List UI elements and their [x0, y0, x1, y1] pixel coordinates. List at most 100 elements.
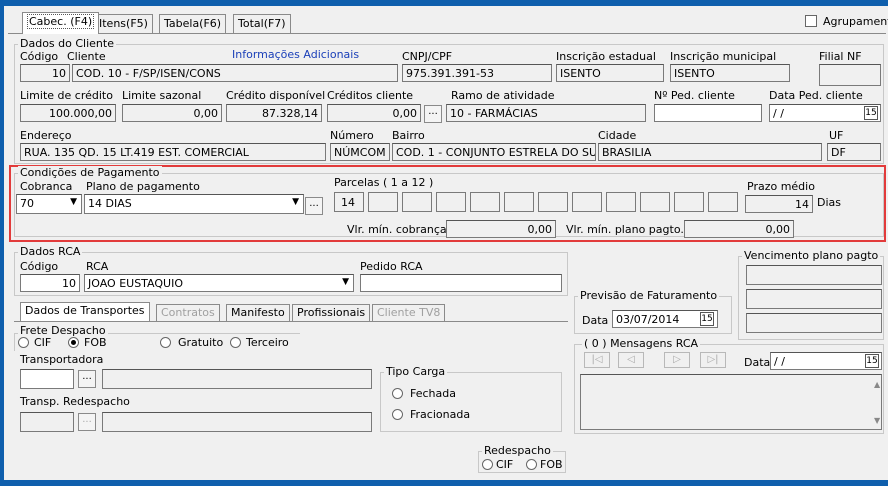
mensagens-data-label: Data	[744, 356, 771, 369]
limite-sazonal-field[interactable]: 0,00	[122, 104, 222, 122]
scroll-down-icon[interactable]: ▼	[874, 416, 880, 425]
parcela-cell[interactable]	[640, 192, 670, 212]
codigo-field[interactable]: 10	[20, 64, 70, 82]
ramo-field[interactable]: 10 - FARMÁCIAS	[446, 104, 646, 122]
cif-radio[interactable]	[18, 337, 29, 348]
rca-label: RCA	[86, 260, 109, 273]
numero-label: Número	[330, 129, 374, 142]
ie-field[interactable]: ISENTO	[556, 64, 664, 82]
redespacho-code-field[interactable]	[20, 412, 74, 432]
credito-disp-field[interactable]: 87.328,14	[226, 104, 322, 122]
plano-label: Plano de pagamento	[86, 180, 200, 193]
parcela-cell[interactable]: 14	[334, 192, 364, 212]
parcela-cell[interactable]	[368, 192, 398, 212]
calendar-icon[interactable]: 15	[865, 354, 879, 368]
codigo-label: Código	[20, 50, 59, 63]
parcela-cell[interactable]	[402, 192, 432, 212]
filial-field[interactable]	[819, 64, 881, 86]
parcela-cell[interactable]	[572, 192, 602, 212]
tab-total[interactable]: Total(F7)	[233, 14, 291, 33]
last-icon[interactable]: ▷|	[700, 352, 726, 368]
fob-radio[interactable]	[68, 337, 79, 348]
cliente-field[interactable]: COD. 10 - F/SP/ISEN/CONS	[72, 64, 398, 82]
transportadora-code-field[interactable]	[20, 369, 74, 389]
parcela-cell[interactable]	[606, 192, 636, 212]
subtab-cliente-tv8[interactable]: Cliente TV8	[372, 304, 446, 321]
fracionada-radio[interactable]	[392, 409, 403, 420]
cidade-field[interactable]: BRASILIA	[598, 143, 822, 161]
agrupamento-label: Agrupament	[823, 15, 888, 28]
fob-label: FOB	[84, 336, 107, 349]
subtab-profissionais[interactable]: Profissionais	[292, 304, 371, 321]
previsao-data-label: Data	[582, 314, 609, 327]
parcela-1-value: 14	[341, 196, 355, 209]
redespacho-cif-radio[interactable]	[482, 459, 493, 470]
rca-codigo-field[interactable]: 10	[20, 274, 80, 292]
cobranca-label: Cobranca	[20, 180, 73, 193]
pedido-rca-field[interactable]	[360, 274, 562, 292]
next-icon[interactable]: ▷	[664, 352, 690, 368]
plano-select[interactable]: 14 DIAS ▼	[84, 194, 304, 214]
calendar-icon[interactable]: 15	[700, 312, 714, 326]
creditos-cliente-lookup-button[interactable]: ...	[424, 105, 442, 123]
limite-credito-field[interactable]: 100.000,00	[20, 104, 116, 122]
creditos-cliente-field[interactable]: 0,00	[327, 104, 421, 122]
transportadora-name-field[interactable]	[102, 369, 372, 389]
gratuito-radio[interactable]	[160, 337, 171, 348]
redespacho-fob-label: FOB	[540, 458, 563, 471]
ped-cliente-field[interactable]	[654, 104, 762, 122]
fechada-label: Fechada	[410, 387, 456, 400]
chevron-down-icon[interactable]: ▼	[292, 197, 299, 207]
parcela-cell[interactable]	[504, 192, 534, 212]
uf-field[interactable]: DF	[827, 143, 881, 161]
subtab-contratos[interactable]: Contratos	[156, 304, 220, 321]
cnpj-field[interactable]: 975.391.391-53	[402, 64, 552, 82]
vencimento-field[interactable]	[746, 265, 882, 285]
tab-tabela[interactable]: Tabela(F6)	[159, 14, 227, 33]
rca-value: JOAO EUSTAQUIO	[88, 277, 183, 290]
uf-label: UF	[829, 129, 844, 142]
chevron-down-icon[interactable]: ▼	[342, 277, 349, 287]
rca-select[interactable]: JOAO EUSTAQUIO ▼	[84, 274, 354, 292]
ramo-label: Ramo de atividade	[451, 89, 555, 102]
parcela-cell[interactable]	[538, 192, 568, 212]
parcela-cell[interactable]	[470, 192, 500, 212]
chevron-down-icon[interactable]: ▼	[70, 197, 77, 207]
bairro-field[interactable]: COD. 1 - CONJUNTO ESTRELA DO SU	[392, 143, 596, 161]
subtab-manifesto[interactable]: Manifesto	[226, 304, 290, 321]
transportadora-lookup-button[interactable]: ...	[78, 370, 96, 388]
agrupamento-checkbox[interactable]	[805, 15, 817, 27]
parcela-cell[interactable]	[436, 192, 466, 212]
vlr-min-cobranca-field[interactable]: 0,00	[446, 220, 556, 238]
plano-lookup-button[interactable]: ...	[305, 197, 323, 215]
vencimento-field[interactable]	[746, 313, 882, 333]
cobranca-value: 70	[20, 197, 34, 210]
tab-cabec[interactable]: Cabec. (F4)	[22, 12, 100, 34]
prazo-field[interactable]: 14	[745, 195, 813, 213]
vlr-min-plano-field[interactable]: 0,00	[684, 220, 794, 238]
tab-itens[interactable]: Itens(F5)	[94, 14, 153, 33]
cobranca-select[interactable]: 70 ▼	[16, 194, 82, 214]
vencimento-field[interactable]	[746, 289, 882, 309]
prev-icon[interactable]: ◁	[618, 352, 644, 368]
redespacho-fob-radio[interactable]	[526, 459, 537, 470]
im-field[interactable]: ISENTO	[670, 64, 790, 82]
redespacho-name-field[interactable]	[102, 412, 372, 432]
first-icon[interactable]: |◁	[584, 352, 610, 368]
vencimento-title: Vencimento plano pagto	[742, 249, 881, 262]
redespacho-lookup-button[interactable]: ...	[78, 413, 96, 431]
subtab-transportes[interactable]: Dados de Transportes	[20, 302, 150, 322]
parcela-cell[interactable]	[674, 192, 704, 212]
fechada-radio[interactable]	[392, 388, 403, 399]
dias-label: Dias	[817, 196, 841, 209]
tab-cabec-label: Cabec. (F4)	[27, 14, 95, 29]
info-adicionais-link[interactable]: Informações Adicionais	[232, 48, 359, 61]
mensagens-textarea[interactable]	[580, 374, 882, 430]
calendar-icon[interactable]: 15	[864, 106, 878, 120]
parcelas-label: Parcelas ( 1 a 12 )	[334, 176, 434, 189]
endereco-field[interactable]: RUA. 135 QD. 15 LT.419 EST. COMERCIAL	[20, 143, 326, 161]
numero-field[interactable]: NÚMCOM	[330, 143, 390, 161]
scroll-up-icon[interactable]: ▲	[874, 380, 880, 389]
parcela-cell[interactable]	[708, 192, 738, 212]
terceiro-radio[interactable]	[230, 337, 241, 348]
